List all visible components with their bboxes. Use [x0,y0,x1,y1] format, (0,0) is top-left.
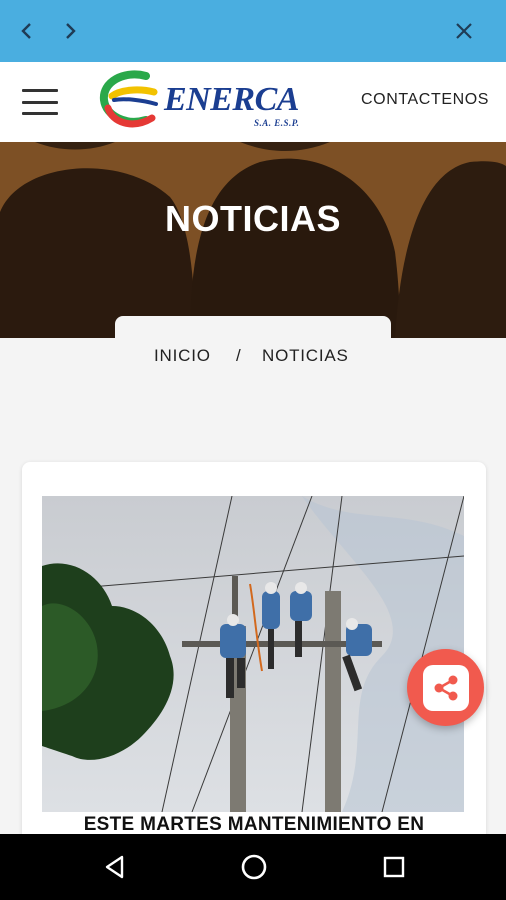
breadcrumb-current: NOTICIAS [262,346,349,365]
news-image[interactable] [42,496,464,812]
close-icon[interactable] [447,14,481,48]
breadcrumb-separator: / [236,346,241,365]
triangle-back-icon[interactable] [98,850,132,884]
contact-link[interactable]: CONTACTENOS [361,91,489,109]
hamburger-menu-icon[interactable] [22,89,58,115]
chevron-right-icon[interactable] [53,14,87,48]
news-title[interactable]: ESTE MARTES MANTENIMIENTO EN [22,814,486,836]
enerca-logo[interactable]: ENERCA S.A. E.S.P. [94,68,310,138]
hero-banner: NOTICIAS [0,142,506,338]
logo-subtitle: S.A. E.S.P. [254,118,300,128]
square-recent-icon[interactable] [377,850,411,884]
breadcrumb-home-link[interactable]: INICIO [154,346,211,366]
breadcrumb: INICIO / NOTICIAS [115,316,391,376]
share-button[interactable] [407,649,484,726]
browser-top-bar [0,0,506,62]
android-nav-bar [0,834,506,900]
hero-silhouettes [0,142,506,338]
circle-home-icon[interactable] [237,850,271,884]
chevron-left-icon[interactable] [10,14,44,48]
page-title: NOTICIAS [164,198,341,239]
share-icon [422,664,469,711]
app-root: ENERCA S.A. E.S.P. CONTACTENOS NOTICIAS … [0,0,506,900]
logo-name: ENERCA [164,81,299,118]
